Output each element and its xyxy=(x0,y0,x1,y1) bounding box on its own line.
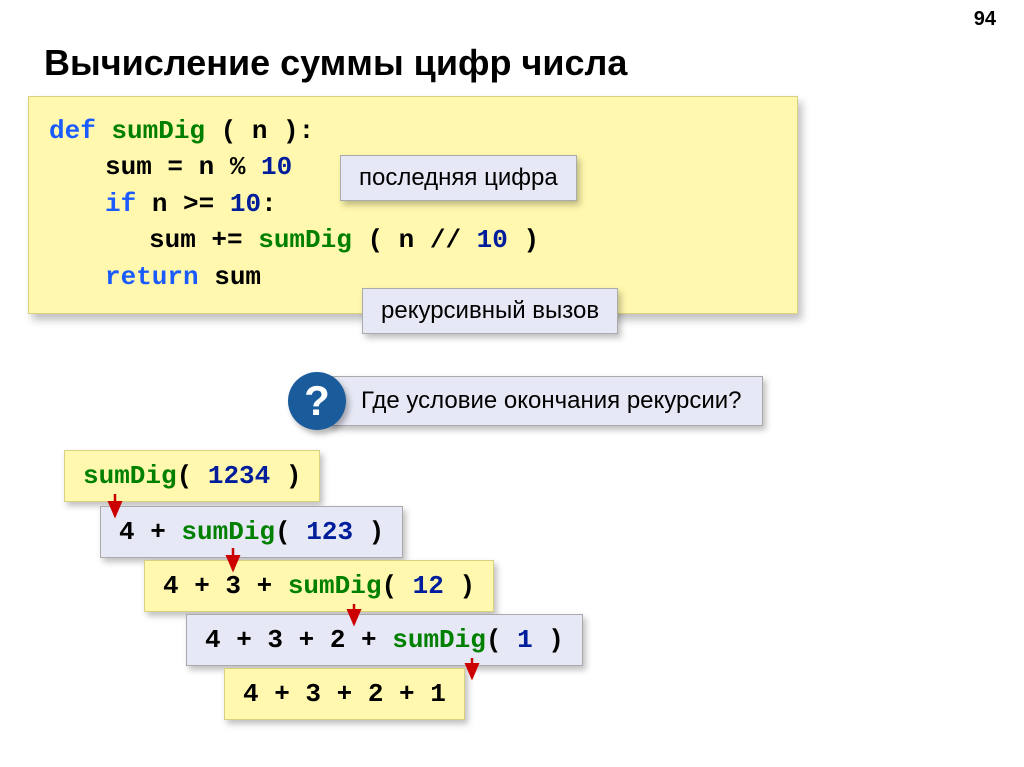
question-row: ? Где условие окончания рекурсии? xyxy=(288,372,763,430)
func-name: sumDig xyxy=(288,571,382,601)
code-text: n >= xyxy=(136,189,230,219)
keyword-if: if xyxy=(105,189,136,219)
func-name: sumDig xyxy=(258,225,352,255)
step-2: 4 + sumDig( 123 ) xyxy=(100,506,403,558)
keyword-def: def xyxy=(49,116,96,146)
code-text: ) xyxy=(444,571,475,601)
func-name: sumDig xyxy=(392,625,486,655)
code-line-4: sum += sumDig ( n // 10 ) xyxy=(49,222,777,258)
code-text: ) xyxy=(533,625,564,655)
code-text: = n % xyxy=(152,152,261,182)
func-name: sumDig xyxy=(181,517,275,547)
code-params: ( n ): xyxy=(205,116,314,146)
callout-recursive-call: рекурсивный вызов xyxy=(362,288,618,334)
number-literal: 10 xyxy=(477,225,508,255)
code-text: ) xyxy=(508,225,539,255)
code-text: 4 + 3 + 2 + 1 xyxy=(243,679,446,709)
code-text: ( xyxy=(486,625,517,655)
step-3: 4 + 3 + sumDig( 12 ) xyxy=(144,560,494,612)
number-literal: 12 xyxy=(413,571,444,601)
step-4: 4 + 3 + 2 + sumDig( 1 ) xyxy=(186,614,583,666)
question-text: Где условие окончания рекурсии? xyxy=(328,376,763,426)
func-name: sumDig xyxy=(111,116,205,146)
step-1: sumDig( 1234 ) xyxy=(64,450,320,502)
code-text: ) xyxy=(270,461,301,491)
code-text: sum += xyxy=(149,225,258,255)
code-text: sum xyxy=(199,262,261,292)
number-literal: 123 xyxy=(306,517,353,547)
code-block: def sumDig ( n ): sum = n % 10 if n >= 1… xyxy=(28,96,798,314)
step-5: 4 + 3 + 2 + 1 xyxy=(224,668,465,720)
code-text: ( xyxy=(381,571,412,601)
func-name: sumDig xyxy=(83,461,177,491)
number-literal: 10 xyxy=(261,152,292,182)
code-text: sum xyxy=(105,152,152,182)
code-text xyxy=(96,116,112,146)
page-title: Вычисление суммы цифр числа xyxy=(44,42,627,84)
page-number: 94 xyxy=(974,8,996,31)
question-mark-icon: ? xyxy=(288,372,346,430)
code-text: ( xyxy=(177,461,208,491)
code-text: : xyxy=(261,189,277,219)
code-text: ( n // xyxy=(352,225,477,255)
code-text: ( xyxy=(275,517,306,547)
number-literal: 10 xyxy=(230,189,261,219)
keyword-return: return xyxy=(105,262,199,292)
code-text: 4 + xyxy=(119,517,181,547)
callout-last-digit: последняя цифра xyxy=(340,155,577,201)
number-literal: 1234 xyxy=(208,461,270,491)
code-text: 4 + 3 + 2 + xyxy=(205,625,392,655)
number-literal: 1 xyxy=(517,625,533,655)
code-line-1: def sumDig ( n ): xyxy=(49,113,777,149)
code-text: 4 + 3 + xyxy=(163,571,288,601)
code-text: ) xyxy=(353,517,384,547)
